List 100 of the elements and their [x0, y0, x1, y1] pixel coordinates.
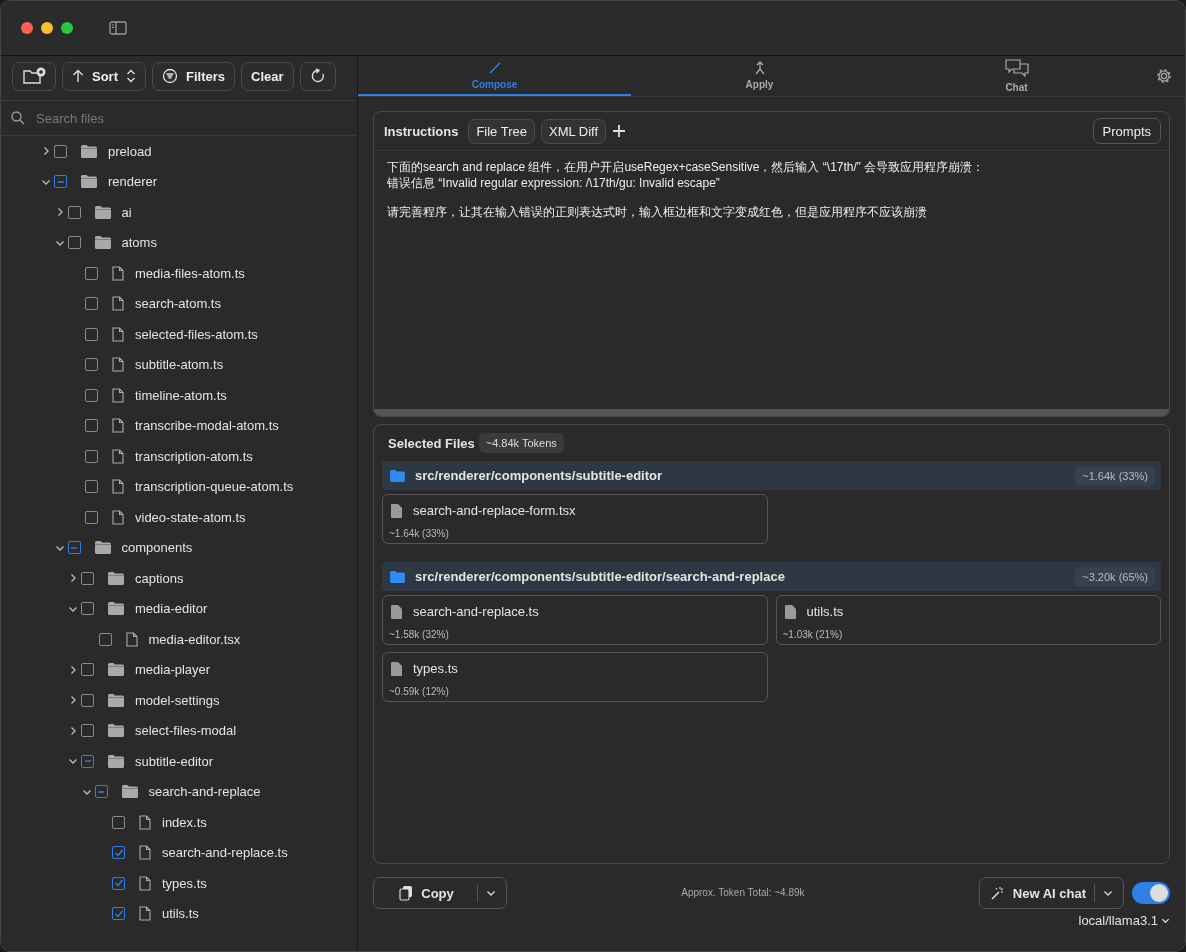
chevron-right-icon[interactable] [68, 573, 78, 584]
clear-button[interactable]: Clear [241, 61, 294, 91]
tree-item-label[interactable]: subtitle-editor [135, 753, 214, 769]
settings-icon[interactable] [1155, 67, 1173, 85]
plus-icon[interactable] [612, 124, 627, 138]
copy-button[interactable]: Copy [373, 877, 507, 909]
instructions-title: Instructions [384, 123, 459, 139]
file-icon [112, 448, 124, 464]
tree-item-label[interactable]: transcribe-modal-atom.ts [135, 418, 279, 434]
file-icon [112, 265, 124, 281]
file-card[interactable]: utils.ts ~1.03k (21%) [775, 595, 1161, 645]
checkbox[interactable] [81, 602, 94, 616]
tab[interactable]: Apply [631, 56, 888, 96]
tree-item-label[interactable]: video-state-atom.ts [135, 509, 246, 525]
checkbox[interactable] [112, 876, 125, 890]
tree-item-label[interactable]: types.ts [162, 875, 207, 891]
checkmark-icon [113, 847, 124, 858]
toggle-switch[interactable] [1132, 882, 1170, 904]
zoom-window-button[interactable] [61, 22, 73, 34]
tree-item-label[interactable]: captions [135, 570, 184, 586]
tree-item-label[interactable]: utils.ts [162, 906, 199, 922]
filter-icon [162, 68, 178, 84]
tree-item-label[interactable]: model-settings [135, 692, 220, 708]
checkbox[interactable] [112, 815, 125, 829]
chevron-right-icon[interactable] [68, 664, 78, 675]
token-total: Approx. Token Total: ~4.89k [680, 886, 806, 900]
tree-item-label[interactable]: media-player [135, 662, 211, 678]
tab-button[interactable]: File Tree [468, 118, 535, 144]
tree-item-label[interactable]: search-atom.ts [135, 296, 221, 312]
checkbox[interactable] [112, 907, 125, 921]
checkbox[interactable] [54, 144, 67, 158]
tree-item-label[interactable]: media-editor.tsx [148, 631, 241, 647]
chat-bubbles-icon [1004, 57, 1029, 78]
instructions-editor[interactable]: 下面的search and replace 组件，在用户开启useRegex+caseSensitive，然后输入 “\17th/” 会导致应用程序崩溃： 错误信息 “Invalid regular expression: /\17th/gu: Invalid escape” 请完善程序，让其在输入错误的正则表达式时，输入框边框和文字变成红色，但是应用程序不应该崩溃 [374, 151, 1169, 409]
prompts-button[interactable]: Prompts [1092, 118, 1161, 144]
chevron-down-icon[interactable] [1103, 888, 1113, 898]
tree-item-label[interactable]: transcription-atom.ts [135, 448, 253, 464]
checkbox[interactable] [85, 480, 98, 494]
checkbox[interactable] [85, 327, 98, 341]
checkbox[interactable] [81, 663, 94, 677]
tree-item-label[interactable]: search-and-replace [148, 784, 261, 800]
tab-button[interactable]: XML Diff [541, 118, 607, 144]
file-card[interactable]: types.ts ~0.59k (12%) [382, 652, 768, 702]
partial-checkbox[interactable] [54, 175, 67, 189]
tab[interactable]: Compose [358, 56, 631, 96]
sort-button[interactable]: Sort [62, 61, 146, 91]
file-card[interactable]: search-and-replace-form.tsx ~1.64k (33%) [382, 494, 768, 544]
new-folder-button[interactable] [12, 61, 56, 91]
tree-item-label[interactable]: selected-files-atom.ts [135, 326, 258, 342]
file-icon [391, 503, 402, 518]
chevron-right-icon[interactable] [68, 695, 78, 706]
filters-button[interactable]: Filters [152, 61, 235, 91]
checkbox[interactable] [81, 724, 94, 738]
tree-item-label[interactable]: search-and-replace.ts [162, 845, 288, 861]
checkbox[interactable] [85, 449, 98, 463]
tree-item-label[interactable]: index.ts [162, 814, 207, 830]
file-card[interactable]: search-and-replace.ts ~1.58k (32%) [382, 595, 768, 645]
checkbox[interactable] [98, 632, 112, 646]
checkbox[interactable] [85, 510, 98, 524]
checkbox[interactable] [67, 205, 81, 219]
close-window-button[interactable] [21, 22, 33, 34]
tree-item-label[interactable]: preload [108, 143, 152, 159]
checkbox[interactable] [85, 419, 98, 433]
tree-item-label[interactable]: select-files-modal [135, 723, 237, 739]
checkbox[interactable] [81, 693, 94, 707]
checkbox[interactable] [112, 846, 125, 860]
folder-icon [81, 144, 97, 158]
new-ai-chat-button[interactable]: New AI chat [978, 877, 1124, 909]
checkbox[interactable] [85, 266, 98, 280]
checkbox[interactable] [67, 236, 81, 250]
resize-handle[interactable] [374, 409, 1169, 416]
refresh-button[interactable] [299, 61, 336, 91]
sidebar-toggle-icon[interactable] [109, 21, 127, 35]
tab[interactable]: Chat [888, 56, 1145, 96]
chevron-down-icon[interactable] [486, 888, 496, 898]
folder-path: src/renderer/components/subtitle-editor/search-and-replace [415, 569, 785, 584]
model-selector[interactable]: local/llama3.1 [1078, 913, 1170, 928]
tree-item-label[interactable]: media-editor [135, 601, 208, 617]
tree-item-label[interactable]: transcription-queue-atom.ts [135, 479, 294, 495]
minimize-window-button[interactable] [41, 22, 53, 34]
tree-item-label[interactable]: timeline-atom.ts [135, 387, 227, 403]
tree-item-label[interactable]: ai [121, 204, 132, 220]
tree-item-label[interactable]: subtitle-atom.ts [135, 357, 224, 373]
checkbox[interactable] [85, 297, 98, 311]
tree-item-label[interactable]: atoms [121, 235, 157, 251]
chevron-right-icon[interactable] [41, 146, 51, 157]
checkbox[interactable] [85, 358, 98, 372]
folder-icon [94, 205, 111, 219]
file-icon [139, 845, 151, 861]
tree-item-label[interactable]: renderer [108, 174, 158, 190]
partial-checkbox[interactable] [67, 541, 81, 555]
file-icon [112, 326, 124, 342]
tree-item-label[interactable]: components [121, 540, 193, 556]
partial-checkbox[interactable] [81, 754, 94, 768]
checkbox[interactable] [85, 388, 98, 402]
search-files-field[interactable]: Search files [34, 109, 347, 127]
checkbox[interactable] [81, 571, 94, 585]
partial-checkbox[interactable] [94, 785, 108, 799]
tree-item-label[interactable]: media-files-atom.ts [135, 265, 245, 281]
chevron-right-icon[interactable] [68, 725, 78, 736]
